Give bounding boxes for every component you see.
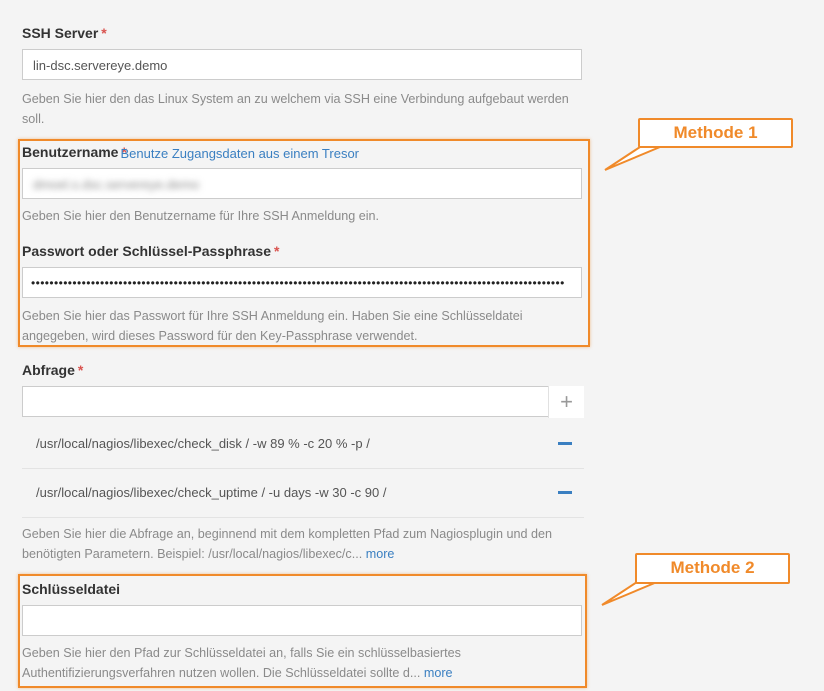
- query-label-text: Abfrage: [22, 362, 75, 378]
- method1-highlight-box: [18, 139, 590, 347]
- query-input[interactable]: [22, 386, 549, 417]
- ssh-server-help: Geben Sie hier den das Linux System an z…: [22, 92, 569, 126]
- required-asterisk: *: [77, 362, 84, 378]
- query-label: Abfrage *: [22, 362, 83, 378]
- query-help-more-link[interactable]: more: [366, 547, 395, 561]
- method2-callout: Methode 2: [635, 553, 790, 584]
- query-list-item: /usr/local/nagios/libexec/check_uptime /…: [22, 469, 584, 518]
- method1-callout-text: Methode 1: [673, 123, 758, 142]
- query-help: Geben Sie hier die Abfrage an, beginnend…: [22, 524, 582, 564]
- remove-query-button[interactable]: [558, 491, 572, 494]
- method2-callout-text: Methode 2: [670, 558, 755, 577]
- method1-pointer: [604, 146, 661, 171]
- query-item-text: /usr/local/nagios/libexec/check_disk / -…: [36, 436, 370, 451]
- method2-highlight-box: [18, 574, 587, 688]
- remove-query-button[interactable]: [558, 442, 572, 445]
- ssh-server-value: lin-dsc.servereye.demo: [33, 58, 168, 73]
- query-help-text: Geben Sie hier die Abfrage an, beginnend…: [22, 527, 552, 561]
- method1-callout: Methode 1: [638, 118, 793, 148]
- add-query-button[interactable]: +: [548, 386, 584, 418]
- query-item-text: /usr/local/nagios/libexec/check_uptime /…: [36, 485, 387, 500]
- required-asterisk: *: [101, 25, 107, 41]
- query-list-item: /usr/local/nagios/libexec/check_disk / -…: [22, 420, 584, 469]
- method2-pointer: [601, 581, 658, 606]
- ssh-server-label: SSH Server *: [22, 25, 107, 41]
- ssh-server-input[interactable]: lin-dsc.servereye.demo: [22, 49, 582, 80]
- plus-icon: +: [560, 389, 573, 414]
- ssh-server-label-text: SSH Server: [22, 25, 99, 41]
